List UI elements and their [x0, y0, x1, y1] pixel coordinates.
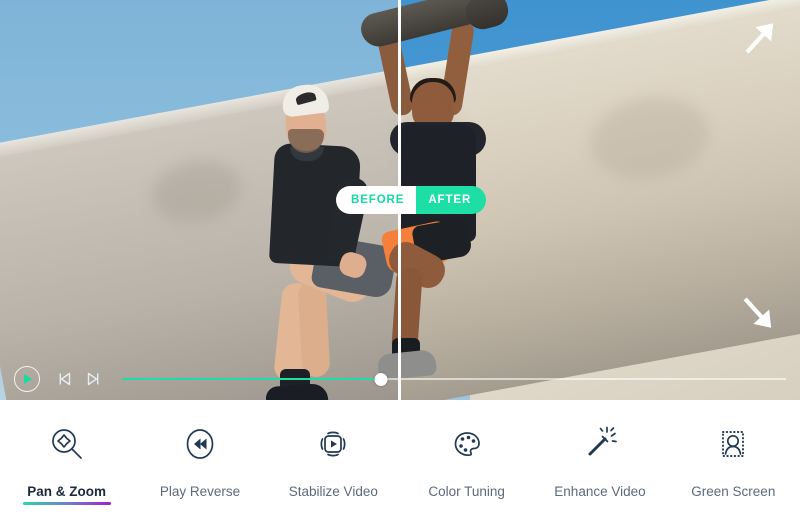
- person-cutout-icon: [713, 422, 753, 466]
- magic-wand-icon: [580, 422, 620, 466]
- tool-pan-zoom[interactable]: Pan & Zoom: [0, 400, 133, 521]
- before-after-toggle[interactable]: BEFORE AFTER: [336, 186, 487, 214]
- tool-label: Color Tuning: [428, 484, 505, 499]
- tool-green-screen[interactable]: Green Screen: [667, 400, 800, 521]
- pan-zoom-icon: [47, 422, 87, 466]
- tool-label: Green Screen: [691, 484, 776, 499]
- play-reverse-icon: [180, 422, 220, 466]
- tool-enhance-video[interactable]: Enhance Video: [533, 400, 666, 521]
- video-editor-app: BEFORE AFTER Pan & Zoom Play Reverse Sta…: [0, 0, 800, 521]
- stabilize-video-icon: [313, 422, 353, 466]
- progress-handle[interactable]: [374, 372, 388, 386]
- play-button[interactable]: [14, 366, 40, 392]
- active-tab-underline: [22, 502, 111, 505]
- tool-stabilize-video[interactable]: Stabilize Video: [267, 400, 400, 521]
- color-palette-icon: [447, 422, 487, 466]
- player-controls[interactable]: [0, 358, 800, 400]
- arrow-up-right-icon[interactable]: [738, 18, 780, 65]
- before-badge[interactable]: BEFORE: [336, 186, 417, 214]
- progress-slider[interactable]: [122, 372, 786, 386]
- tool-label: Stabilize Video: [288, 484, 378, 499]
- arrow-down-right-icon[interactable]: [736, 291, 778, 338]
- tool-label: Pan & Zoom: [27, 484, 107, 499]
- play-triangle-icon: [24, 374, 32, 384]
- next-frame-button[interactable]: [84, 370, 102, 388]
- person-seated: [236, 82, 400, 400]
- effects-toolbar[interactable]: Pan & Zoom Play Reverse Stabilize Video …: [0, 400, 800, 521]
- tool-label: Play Reverse: [159, 484, 241, 499]
- tool-color-tuning[interactable]: Color Tuning: [400, 400, 533, 521]
- previous-frame-button[interactable]: [56, 370, 74, 388]
- progress-fill: [122, 378, 381, 380]
- tool-label: Enhance Video: [554, 484, 646, 499]
- tool-play-reverse[interactable]: Play Reverse: [133, 400, 266, 521]
- after-badge[interactable]: AFTER: [416, 186, 487, 214]
- video-preview[interactable]: BEFORE AFTER: [0, 0, 800, 400]
